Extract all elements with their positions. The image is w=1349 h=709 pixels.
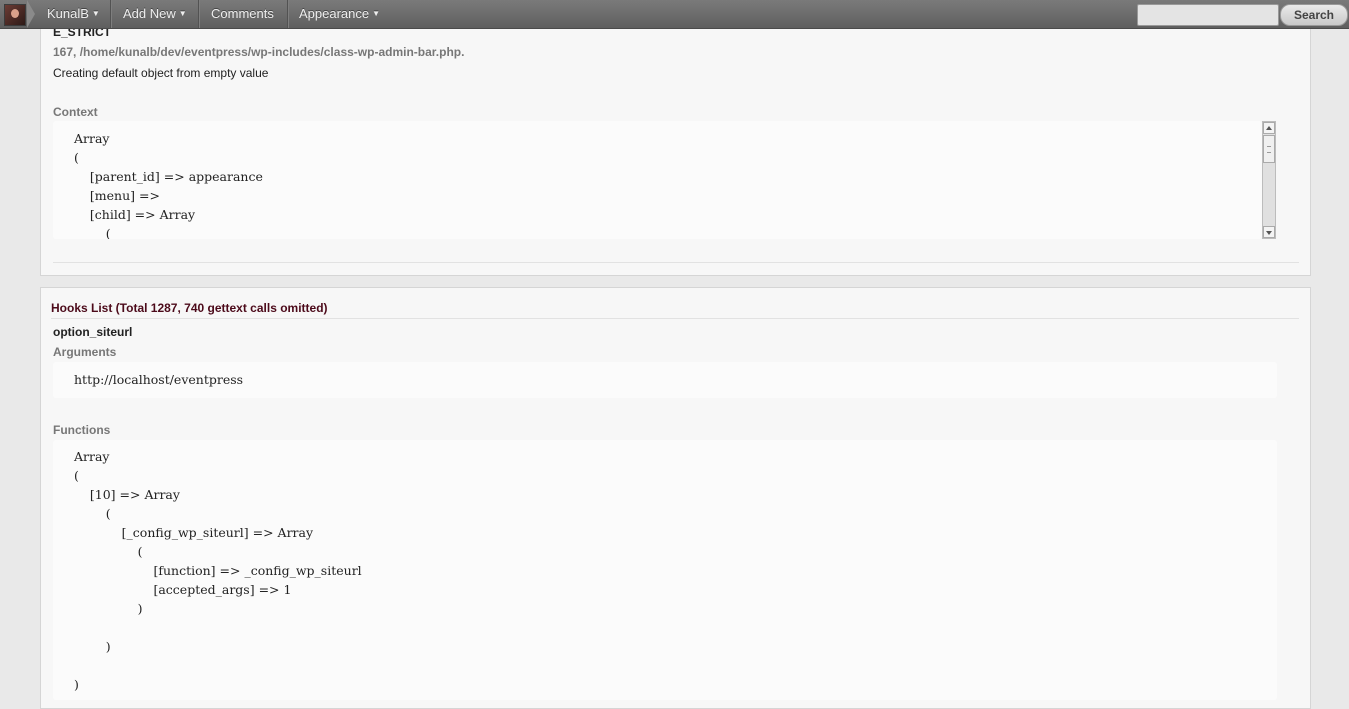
separator: [287, 0, 289, 28]
context-code-box[interactable]: Array ( [parent_id] => appearance [menu]…: [53, 121, 1262, 239]
arguments-code: http://localhost/eventpress: [74, 372, 244, 387]
caret-down-icon: ▼: [372, 9, 381, 18]
separator: [110, 0, 112, 28]
context-code: Array ( [parent_id] => appearance [menu]…: [74, 131, 263, 239]
scroll-down-icon[interactable]: [1263, 226, 1275, 238]
comments-menu[interactable]: Comments: [211, 0, 274, 28]
scroll-up-icon[interactable]: [1263, 122, 1275, 134]
avatar[interactable]: [4, 4, 26, 26]
avatar-arrow-icon: [27, 0, 35, 28]
functions-code-box: Array ( [10] => Array ( [_config_wp_site…: [53, 440, 1277, 700]
context-label: Context: [53, 105, 98, 119]
scroll-thumb[interactable]: [1263, 135, 1275, 163]
functions-label: Functions: [53, 423, 111, 437]
user-menu-label: KunalB: [47, 6, 89, 21]
hooks-title: Hooks List (Total 1287, 740 gettext call…: [51, 301, 328, 315]
appearance-label: Appearance: [299, 6, 370, 21]
caret-down-icon: ▼: [178, 9, 187, 18]
caret-down-icon: ▼: [91, 9, 100, 18]
divider: [51, 318, 1299, 319]
search-button[interactable]: Search: [1280, 4, 1348, 26]
functions-code: Array ( [10] => Array ( [_config_wp_site…: [74, 449, 362, 692]
admin-bar: KunalB ▼ Add New ▼ Comments Appearance ▼ Se…: [0, 0, 1349, 29]
context-scrollbar[interactable]: [1262, 121, 1276, 239]
separator: [198, 0, 200, 28]
divider: [53, 262, 1299, 263]
error-location: 167, /home/kunalb/dev/eventpress/wp-incl…: [53, 45, 465, 59]
error-message: Creating default object from empty value: [53, 66, 269, 80]
appearance-menu[interactable]: Appearance ▼: [299, 0, 380, 28]
arguments-label: Arguments: [53, 345, 117, 359]
search-input[interactable]: [1137, 4, 1279, 26]
add-new-label: Add New: [123, 6, 176, 21]
comments-label: Comments: [211, 6, 274, 21]
add-new-menu[interactable]: Add New ▼: [123, 0, 187, 28]
hook-name: option_siteurl: [53, 325, 133, 339]
user-menu[interactable]: KunalB ▼: [47, 0, 100, 28]
arguments-code-box: http://localhost/eventpress: [53, 362, 1277, 398]
